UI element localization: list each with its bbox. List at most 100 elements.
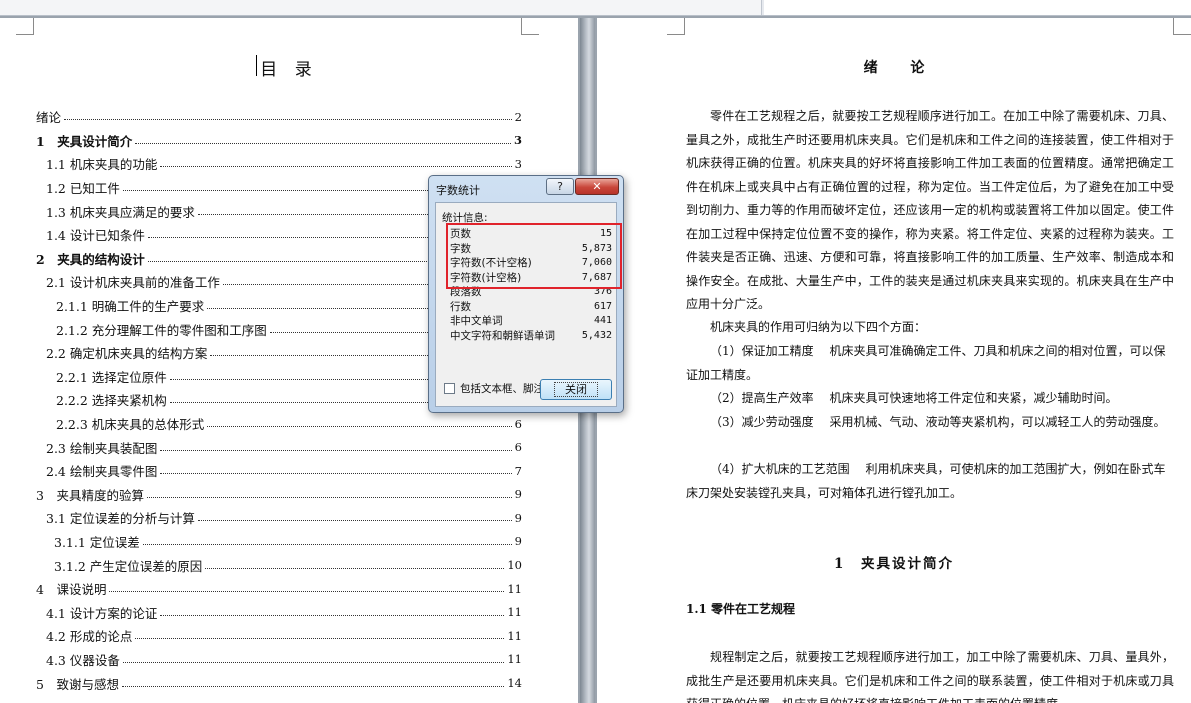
text-cursor [256, 55, 257, 76]
toc-leader-dots [64, 119, 512, 121]
toc-entry-text: 1 夹具设计简介 [36, 133, 133, 149]
toc-leader-dots [160, 473, 512, 475]
toc-entry-text: 3.1.2 产生定位误差的原因 [54, 558, 203, 574]
intro-item-4: （4）扩大机床的工艺范围 利用机床夹具，可使机床的加工范围扩大，例如在卧式车床刀… [686, 462, 1166, 500]
toc-entry-page: 3 [514, 156, 522, 171]
highlight-box [446, 223, 622, 289]
toc-leader-dots [109, 591, 505, 593]
toc-entry[interactable]: 4.3 仪器设备 11 [36, 648, 522, 672]
toc-entry-page: 11 [507, 628, 522, 643]
toc-entry-text: 绪论 [36, 110, 62, 126]
toc-entry[interactable]: 2.3 绘制夹具装配图 6 [36, 435, 522, 459]
toc-entry[interactable]: 2.2.3 机床夹具的总体形式 6 [36, 412, 522, 436]
statistic-label: 行数 [450, 300, 471, 313]
toc-entry-text: 2.1 设计机床夹具前的准备工作 [46, 275, 220, 291]
toc-entry-page: 2 [514, 109, 522, 124]
statistic-value: 617 [593, 300, 612, 312]
toc-entry-page: 6 [514, 416, 522, 431]
toc-entry[interactable]: 3.1.2 产生定位误差的原因 10 [36, 553, 522, 577]
toc-entry-page: 10 [507, 558, 522, 573]
crop-mark-top-right [521, 18, 539, 35]
statistic-label: 中文字符和朝鲜语单词 [450, 329, 555, 342]
toc-entry-text: 1.1 机床夹具的功能 [46, 157, 158, 173]
word-count-dialog: 字数统计 ? ✕ 统计信息: 页数 15 字数 5,873 字符数(不计空格) 7,060… [428, 175, 624, 413]
toc-leader-dots [207, 426, 512, 428]
close-button[interactable]: 关闭 [540, 379, 612, 400]
toc-leader-dots [197, 520, 512, 522]
intro-item-3: （3）减少劳动强度 采用机械、气动、液动等夹紧机构，可以减轻工人的劳动强度。 [710, 415, 1166, 429]
toc-entry[interactable]: 3.1.1 定位误差 9 [36, 530, 522, 554]
intro-item-1: （1）保证加工精度 机床夹具可准确确定工件、刀具和机床之间的相对位置，可以保证加… [686, 344, 1166, 382]
toc-leader-dots [160, 166, 512, 168]
toc-entry[interactable]: 4.1 设计方案的论证 11 [36, 600, 522, 624]
intro-title: 绪 论 [863, 60, 939, 76]
toc-entry-page: 9 [514, 487, 522, 502]
toc-leader-dots [160, 614, 505, 616]
toc-leader-dots [205, 567, 505, 569]
toc-entry-text: 3.1.1 定位误差 [54, 534, 140, 550]
toc-entry[interactable]: 1.1 机床夹具的功能 3 [36, 152, 522, 176]
toc-entry-text: 4.1 设计方案的论证 [46, 605, 158, 621]
close-button-label: 关闭 [554, 382, 598, 397]
toc-leader-dots [121, 685, 505, 687]
close-window-button[interactable]: ✕ [575, 178, 619, 195]
toc-entry-text: 2.3 绘制夹具装配图 [46, 440, 158, 456]
crop-mark-top-left [16, 18, 34, 35]
toc-leader-dots [142, 543, 512, 545]
toc-entry-page: 9 [514, 534, 522, 549]
section-heading: 1.1 零件在工艺规程 [686, 602, 796, 616]
toc-entry[interactable]: 3 夹具精度的验算 9 [36, 483, 522, 507]
section-paragraph: 规程制定之后，就要按工艺规程顺序进行加工，加工中除了需要机床、刀具、量具外，成批… [686, 650, 1174, 703]
toc-entry-text: 2.1.2 充分理解工件的零件图和工序图 [56, 322, 267, 338]
include-textboxes-checkbox[interactable] [444, 383, 455, 394]
toc-entry-text: 2.2.2 选择夹紧机构 [56, 393, 167, 409]
toc-entry[interactable]: 2.4 绘制夹具零件图 7 [36, 459, 522, 483]
toc-entry-text: 2.4 绘制夹具零件图 [46, 464, 158, 480]
toc-leader-dots [135, 142, 511, 144]
document-page-intro[interactable]: 绪 论 零件在工艺规程之后，就要按工艺规程顺序进行加工。在加工中除了需要机床、刀… [597, 18, 1191, 703]
toc-leader-dots [122, 661, 505, 663]
toc-entry[interactable]: 4.2 形成的论点 11 [36, 624, 522, 648]
toc-entry-text: 4 课设说明 [36, 582, 107, 598]
crop-mark-top-right [1173, 18, 1191, 35]
toc-entry-text: 2.2.3 机床夹具的总体形式 [56, 417, 205, 433]
toc-entry-page: 7 [514, 463, 522, 478]
top-toolbar-strip [0, 0, 1191, 16]
intro-paragraph-2: 机床夹具的作用可归纳为以下四个方面： [710, 320, 927, 334]
dialog-body: 统计信息: 页数 15 字数 5,873 字符数(不计空格) 7,060 字符数(计空格) 7… [435, 202, 622, 407]
help-button[interactable]: ? [546, 178, 574, 195]
statistic-value: 441 [593, 315, 612, 326]
toolbar-segment-right [764, 0, 1191, 15]
dialog-title: 字数统计 [436, 184, 480, 197]
toc-entry-text: 1.2 已知工件 [46, 181, 120, 197]
toc-entry-text: 5 致谢与感想 [36, 676, 119, 692]
statistic-label: 非中文单词 [450, 315, 503, 327]
toc-entry-text: 2.2.1 选择定位原件 [56, 369, 167, 385]
toc-entry-page: 11 [507, 581, 522, 596]
crop-mark-top-left [667, 18, 685, 35]
toc-entry-page: 14 [507, 676, 522, 691]
toolbar-segment-left [0, 0, 762, 15]
statistic-row: 非中文单词 441 [450, 314, 612, 329]
toc-leader-dots [146, 496, 512, 498]
toc-entry-text: 2 夹具的结构设计 [36, 251, 145, 267]
intro-item-2: （2）提高生产效率 机床夹具可快速地将工件定位和夹紧，减少辅助时间。 [710, 391, 1118, 405]
toc-entry-text: 4.2 形成的论点 [46, 629, 133, 645]
toc-entry-text: 3.1 定位误差的分析与计算 [46, 511, 195, 527]
toc-entry[interactable]: 1 夹具设计简介 3 [36, 129, 522, 153]
toc-title: 目 录 [260, 60, 318, 80]
statistic-value: 5,432 [581, 329, 612, 341]
toc-entry[interactable]: 绪论 2 [36, 105, 522, 129]
chapter-heading: 1 夹具设计简介 [834, 556, 954, 572]
toc-entry[interactable]: 5 致谢与感想 14 [36, 671, 522, 695]
toc-leader-dots [160, 449, 512, 451]
toc-entry-page: 3 [513, 133, 522, 148]
toc-leader-dots [135, 638, 505, 640]
toc-entry-text: 4.3 仪器设备 [46, 652, 120, 668]
toc-entry[interactable]: 3.1 定位误差的分析与计算 9 [36, 506, 522, 530]
toc-entry-text: 3 夹具精度的验算 [36, 487, 144, 503]
toc-entry-text: 1.4 设计已知条件 [46, 228, 145, 244]
intro-paragraph-1: 零件在工艺规程之后，就要按工艺规程顺序进行加工。在加工中除了需要机床、刀具、量具… [686, 109, 1174, 311]
toc-entry[interactable]: 4 课设说明 11 [36, 577, 522, 601]
toc-entry-page: 6 [514, 440, 522, 455]
